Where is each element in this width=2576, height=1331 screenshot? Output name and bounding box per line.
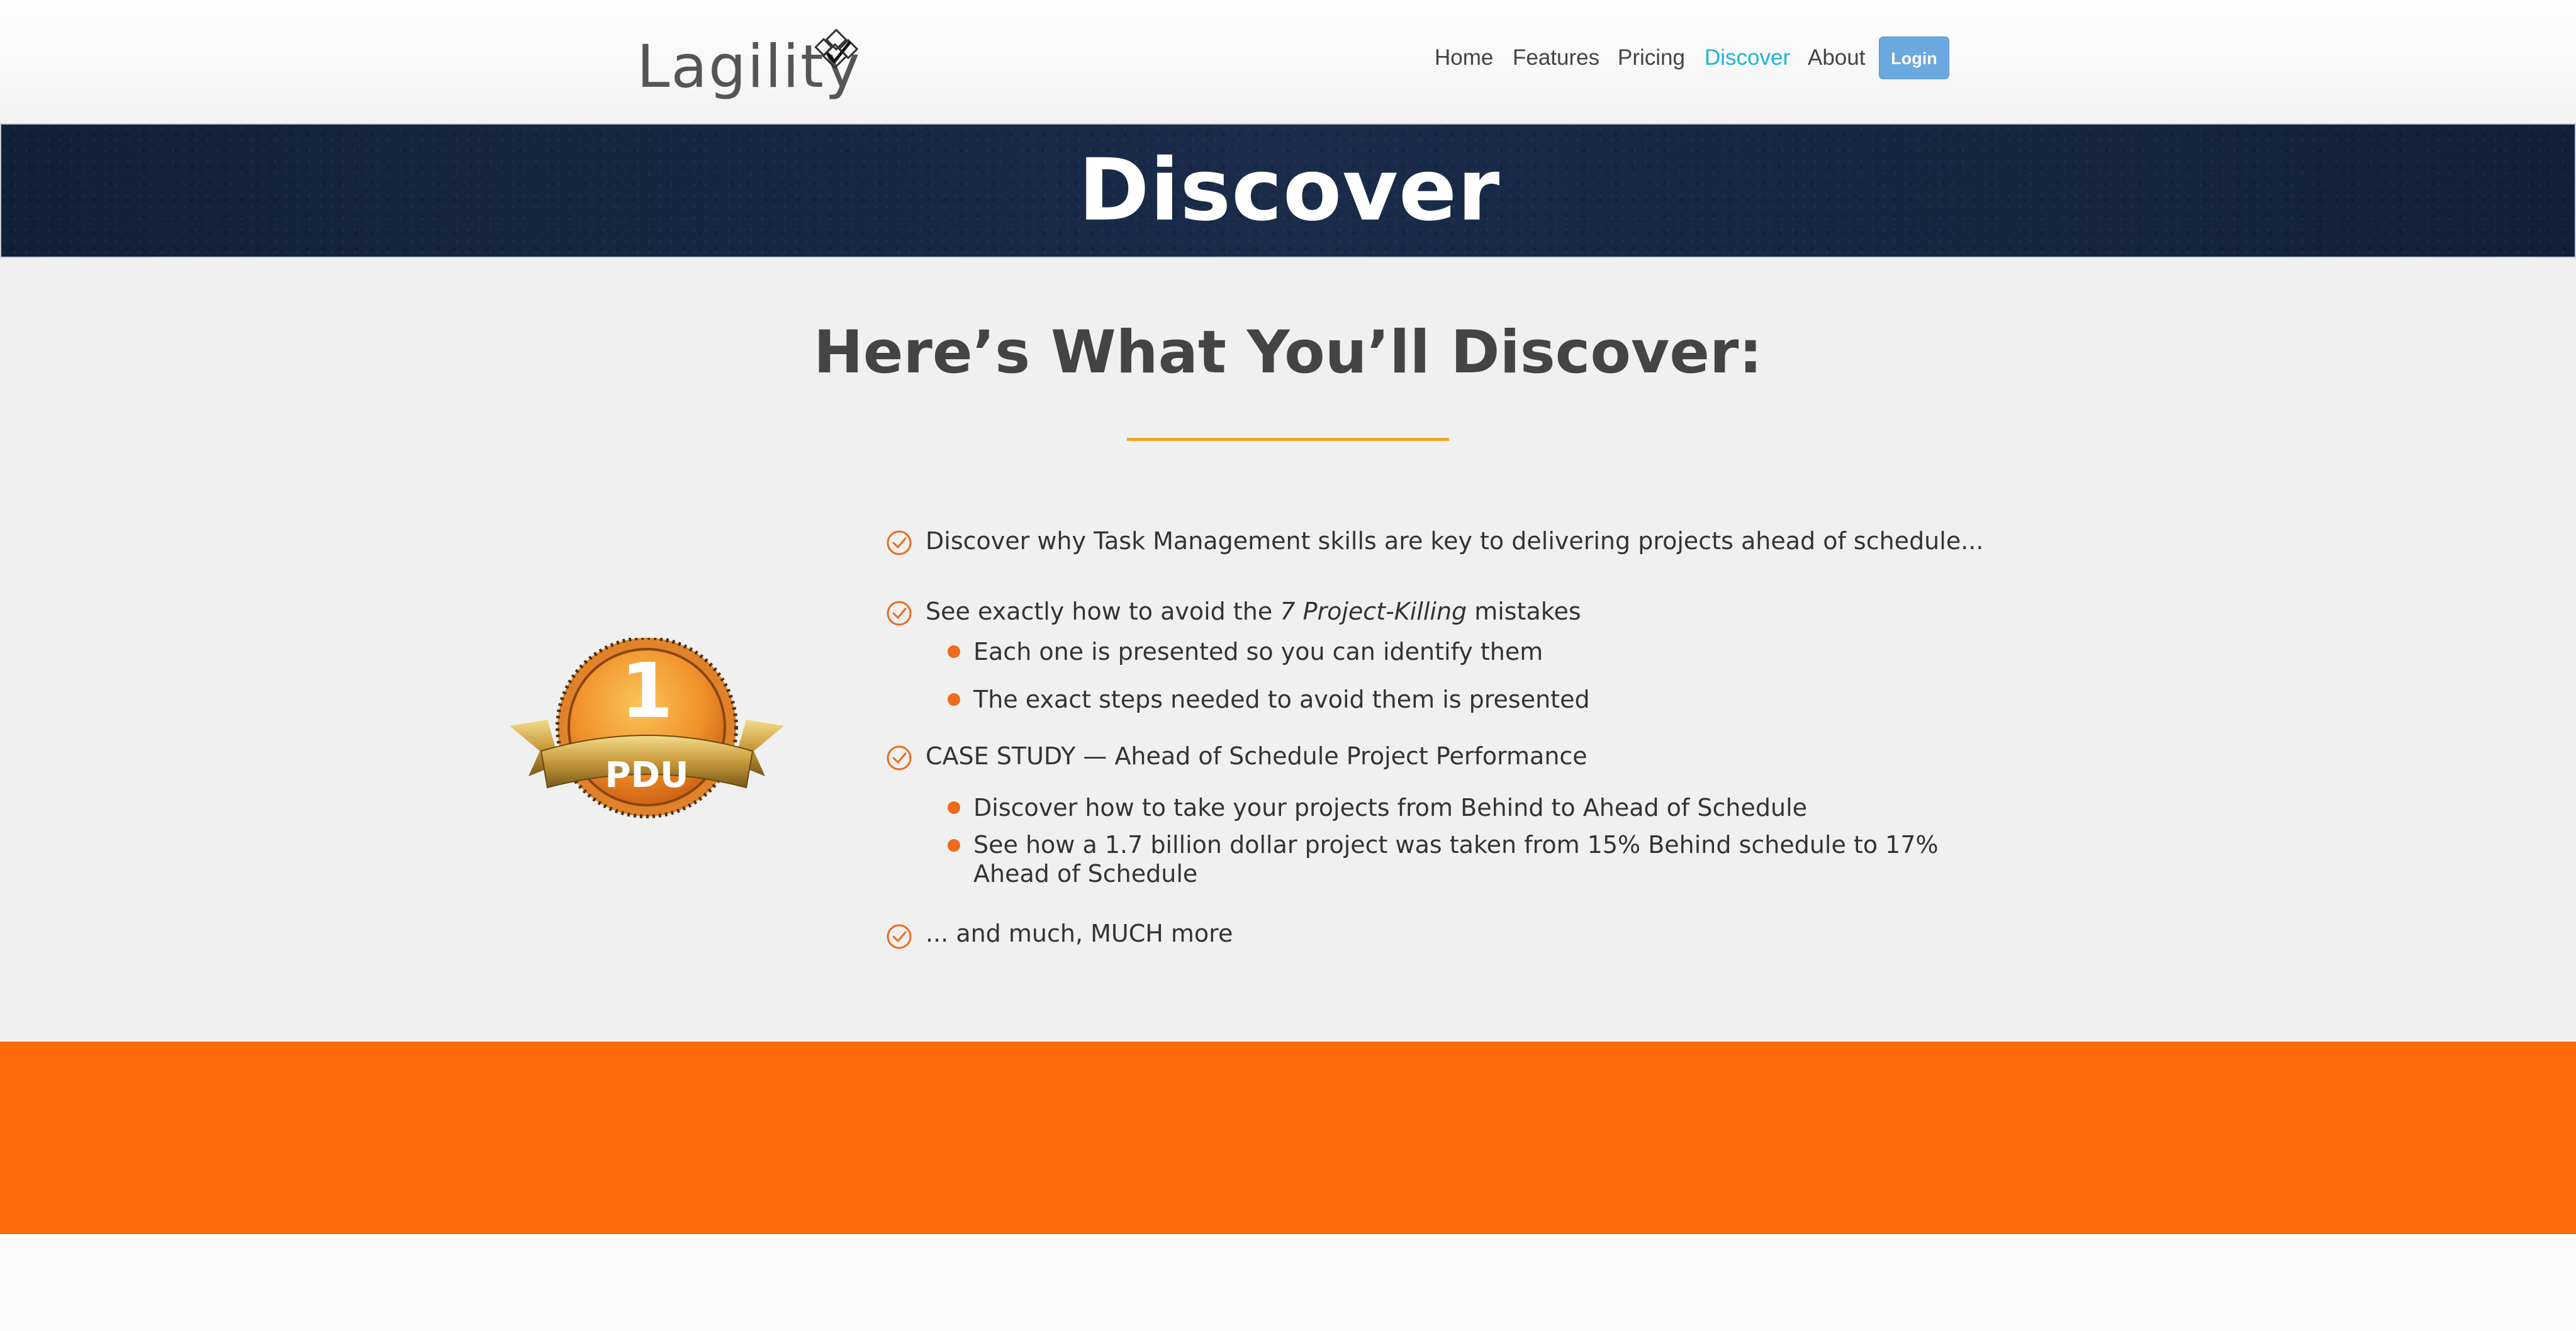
item-text-emphasis: 7 Project-Killing	[1280, 598, 1467, 625]
nav-features[interactable]: Features	[1513, 45, 1599, 70]
page-banner: Discover	[0, 123, 2576, 258]
list-item: Discover why Task Management skills are …	[926, 527, 1984, 555]
site-header: Lagility Home Features Pricing Discover …	[0, 0, 2576, 123]
section-heading: Here’s What You’ll Discover:	[814, 318, 1762, 387]
pdu-number: 1	[620, 648, 673, 735]
sub-list-item: Discover how to take your projects from …	[973, 794, 1808, 821]
bullet-dot	[948, 839, 960, 852]
page-title: Discover	[1078, 141, 1501, 240]
list-item: See exactly how to avoid the 7 Project-K…	[926, 598, 1581, 625]
item-text-pre: See exactly how to avoid the	[926, 598, 1280, 625]
bullet-dot	[948, 801, 960, 814]
orange-band	[0, 1042, 2576, 1234]
login-button[interactable]: Login	[1879, 36, 1949, 79]
nav-pricing[interactable]: Pricing	[1618, 45, 1685, 70]
nav-discover[interactable]: Discover	[1705, 45, 1790, 70]
nav-about[interactable]: About	[1808, 45, 1865, 70]
discover-section: Here’s What You’ll Discover: 1 PDU Disco…	[0, 258, 2576, 1042]
bullet-dot	[948, 645, 960, 658]
check-circle-icon	[887, 530, 912, 555]
list-item: CASE STUDY — Ahead of Schedule Project P…	[926, 742, 1588, 770]
checkmark-gear-icon	[814, 29, 859, 69]
footer-area	[0, 1234, 2576, 1331]
heading-underline	[1127, 438, 1449, 441]
item-text-post: mistakes	[1467, 598, 1581, 625]
sub-list-item: The exact steps needed to avoid them is …	[973, 686, 1590, 713]
sub-list-item: Each one is presented so you can identif…	[973, 638, 1543, 666]
pdu-badge: 1 PDU	[503, 636, 790, 827]
bullet-dot	[948, 693, 960, 706]
check-circle-icon	[887, 924, 912, 949]
check-circle-icon	[887, 601, 912, 626]
check-circle-icon	[887, 745, 912, 771]
list-item: ... and much, MUCH more	[926, 920, 1233, 947]
pdu-label: PDU	[605, 755, 689, 796]
nav-home[interactable]: Home	[1435, 45, 1493, 70]
sub-list-item: See how a 1.7 billion dollar project was…	[973, 831, 1939, 888]
